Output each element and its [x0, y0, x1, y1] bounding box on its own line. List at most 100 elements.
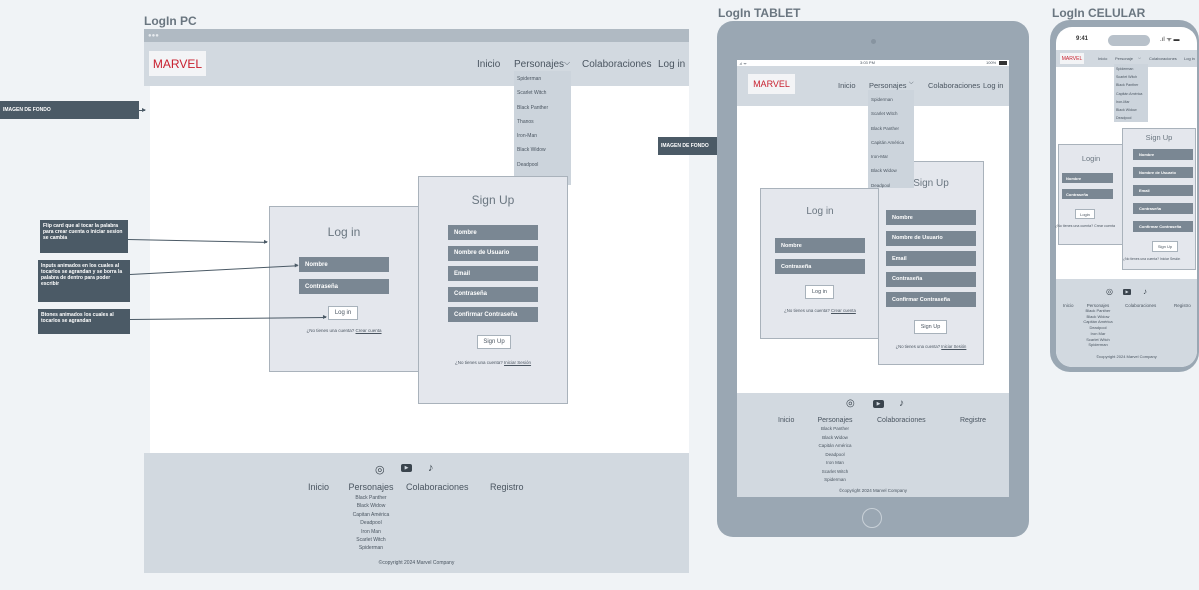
create-account-link[interactable]: Crear cuenta — [356, 328, 382, 333]
signup-field-input[interactable]: Contraseña — [886, 271, 976, 287]
footer-personaje-link[interactable]: Deadpool — [811, 451, 859, 460]
nav-login[interactable]: Log in — [983, 81, 1003, 90]
dropdown-item[interactable]: Capitán América — [1116, 90, 1146, 98]
chevron-down-icon[interactable]: ⌵ — [564, 58, 570, 68]
dropdown-item[interactable]: Spiderman — [1116, 65, 1146, 73]
signup-field-input[interactable]: Email — [886, 251, 976, 266]
login-nombre-input[interactable]: Nombre — [1062, 173, 1113, 183]
nav-colaboraciones[interactable]: Colaboraciones — [928, 81, 980, 90]
signup-field-input[interactable]: Email — [1133, 185, 1193, 196]
footer-inicio[interactable]: Inicio — [778, 417, 794, 424]
signup-field-input[interactable]: Nombre de Usuario — [1133, 167, 1193, 178]
brand-logo[interactable]: MARVEL — [149, 51, 206, 76]
footer-personaje-link[interactable]: Deadpool — [344, 519, 398, 527]
signup-field-input[interactable]: Nombre — [886, 210, 976, 225]
nav-personajes[interactable]: Personajes — [514, 59, 564, 70]
brand-logo[interactable]: MARVEL — [1060, 53, 1084, 64]
home-button[interactable] — [862, 508, 882, 528]
footer-colaboraciones[interactable]: Colaboraciones — [1125, 303, 1156, 308]
footer-personaje-link[interactable]: Spiderman — [1080, 342, 1116, 348]
signup-button[interactable]: Sign Up — [914, 320, 947, 334]
youtube-icon[interactable]: ▶ — [1123, 289, 1131, 295]
dropdown-item[interactable]: Spiderman — [517, 72, 568, 86]
dropdown-item[interactable]: Deadpool — [517, 158, 568, 172]
footer-inicio[interactable]: Inicio — [308, 482, 329, 492]
instagram-icon[interactable]: ◎ — [846, 398, 855, 409]
signin-link[interactable]: Iniciar Sesión — [504, 360, 531, 365]
login-button[interactable]: Login — [1075, 209, 1095, 219]
dropdown-item[interactable]: Deadpool — [1116, 114, 1146, 122]
instagram-icon[interactable]: ◎ — [375, 463, 385, 476]
signup-field-input[interactable]: Confirmar Contraseña — [886, 292, 976, 307]
footer-personaje-link[interactable]: Scarlet Witch — [344, 536, 398, 544]
login-password-input[interactable]: Contraseña — [1062, 189, 1113, 199]
login-nombre-input[interactable]: Nombre — [775, 238, 865, 253]
dropdown-item[interactable]: Black Widow — [1116, 106, 1146, 114]
login-password-input[interactable]: Contraseña — [299, 279, 389, 294]
login-button[interactable]: Log in — [805, 285, 834, 299]
create-account-link[interactable]: Crear cuenta — [1094, 224, 1115, 228]
footer-personaje-link[interactable]: Black Widow — [811, 434, 859, 443]
footer-inicio[interactable]: Inicio — [1063, 303, 1074, 308]
signup-field-input[interactable]: Confirmar Contraseña — [1133, 221, 1193, 232]
footer-personaje-link[interactable]: Iron Man — [811, 459, 859, 468]
dropdown-item[interactable]: Scarlet Witch — [871, 107, 911, 121]
footer-personajes[interactable]: Personajes — [344, 482, 398, 492]
footer-personaje-link[interactable]: Spiderman — [811, 476, 859, 485]
dropdown-item[interactable]: Spiderman — [871, 93, 911, 107]
signup-button[interactable]: Sign Up — [477, 335, 511, 349]
nav-colaboraciones[interactable]: Colaboraciones — [582, 59, 652, 70]
youtube-icon[interactable]: ▶ — [873, 400, 884, 408]
footer-registro[interactable]: Registro — [490, 482, 524, 492]
dropdown-item[interactable]: Iron-Mar — [1116, 98, 1146, 106]
nav-personajes[interactable]: Personaje — [1115, 56, 1133, 61]
dropdown-item[interactable]: Iron-Mar — [871, 150, 911, 164]
dropdown-item[interactable]: Scarlet Witch — [517, 86, 568, 100]
signup-field-input[interactable]: Nombre de Usuario — [886, 230, 976, 246]
nav-inicio[interactable]: Inicio — [477, 59, 500, 70]
login-button[interactable]: Log in — [328, 306, 358, 320]
footer-personaje-link[interactable]: Spiderman — [344, 544, 398, 552]
chevron-down-icon[interactable]: ⌵ — [909, 80, 914, 87]
login-password-input[interactable]: Contraseña — [775, 259, 865, 274]
signup-field-input[interactable]: Nombre — [448, 225, 538, 240]
instagram-icon[interactable]: ◎ — [1106, 287, 1113, 296]
nav-login[interactable]: Log in — [1184, 56, 1195, 61]
nav-colaboraciones[interactable]: Colaboraciones — [1149, 56, 1177, 61]
signup-field-input[interactable]: Contraseña — [1133, 203, 1193, 214]
footer-personaje-link[interactable]: Black Panther — [344, 494, 398, 502]
tiktok-icon[interactable]: ♪ — [1143, 287, 1147, 296]
login-nombre-input[interactable]: Nombre — [299, 257, 389, 272]
signup-field-input[interactable]: Confirmar Contraseña — [448, 307, 538, 322]
footer-personaje-link[interactable]: Capitan América — [344, 511, 398, 519]
dropdown-item[interactable]: Iron-Man — [517, 129, 568, 143]
youtube-icon[interactable]: ▶ — [401, 464, 412, 472]
dropdown-item[interactable]: Capitán América — [871, 136, 911, 150]
signin-link[interactable]: Iniciar Sesión — [941, 344, 966, 349]
footer-personaje-link[interactable]: Iron Man — [344, 528, 398, 536]
footer-colaboraciones[interactable]: Colaboraciones — [877, 417, 926, 424]
nav-personajes[interactable]: Personajes — [869, 81, 907, 90]
signup-field-input[interactable]: Contraseña — [448, 286, 538, 302]
nav-inicio[interactable]: Inicio — [838, 81, 856, 90]
footer-personaje-link[interactable]: Black Panther — [811, 425, 859, 434]
dropdown-item[interactable]: Black Panther — [517, 101, 568, 115]
signup-field-input[interactable]: Nombre — [1133, 149, 1193, 160]
signup-field-input[interactable]: Nombre de Usuario — [448, 245, 538, 261]
dropdown-item[interactable]: Black Widow — [871, 164, 911, 178]
dropdown-item[interactable]: Deadpool — [871, 179, 911, 193]
footer-registro[interactable]: Registre — [960, 417, 986, 424]
tiktok-icon[interactable]: ♪ — [428, 462, 434, 474]
nav-login[interactable]: Log in — [658, 59, 685, 70]
footer-personaje-link[interactable]: Black Widow — [344, 502, 398, 510]
dropdown-item[interactable]: Black Widow — [517, 143, 568, 157]
footer-personaje-link[interactable]: Capitán América — [811, 442, 859, 451]
footer-colaboraciones[interactable]: Colaboraciones — [406, 482, 469, 492]
dropdown-item[interactable]: Scarlet Witch — [1116, 73, 1146, 81]
dropdown-item[interactable]: Black Panther — [1116, 81, 1146, 89]
signup-field-input[interactable]: Email — [448, 266, 538, 281]
footer-personajes[interactable]: Personajes — [811, 417, 859, 424]
signup-button[interactable]: Sign Up — [1152, 241, 1178, 252]
chevron-down-icon[interactable]: ⌵ — [1138, 55, 1141, 60]
tiktok-icon[interactable]: ♪ — [899, 398, 904, 409]
